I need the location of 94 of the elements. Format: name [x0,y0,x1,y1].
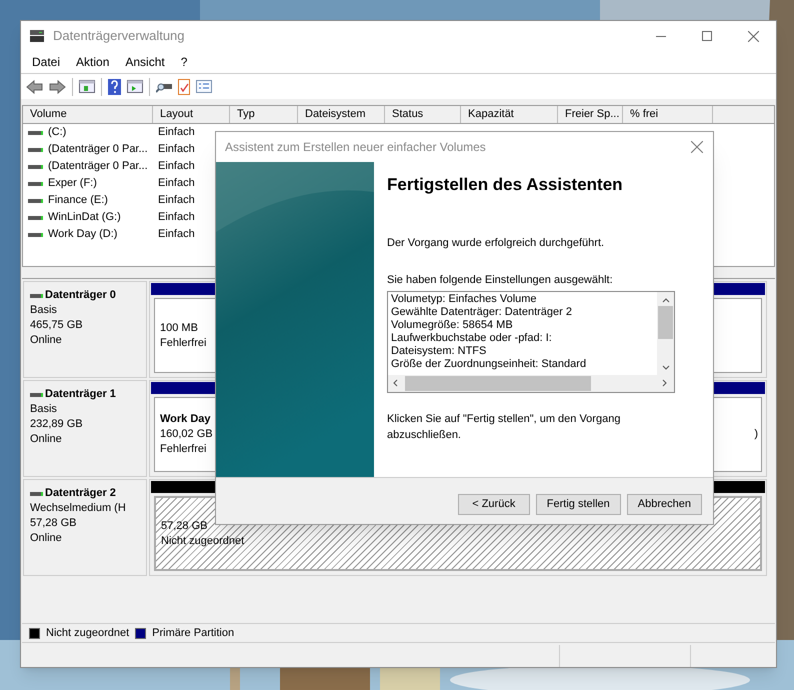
partition-detail: 57,28 GB [161,518,208,534]
drive-icon [28,164,43,168]
table-cell-text: (Datenträger 0 Par... [48,159,148,174]
table-cell-text: Einfach [158,227,195,242]
drive-icon [28,198,43,202]
table-cell-text: Einfach [158,210,195,226]
up-caret-icon[interactable] [662,298,670,302]
disk-detail: Online [30,531,63,546]
close-icon [748,30,758,42]
menu-item[interactable]: Aktion [68,53,118,71]
setting-line: Laufwerkbuchstabe oder -pfad: I: [391,332,553,344]
disk-detail: Online [30,432,63,447]
column-header[interactable]: Dateisystem [298,106,385,123]
partition-detail: Nicht zugeordnet [161,534,244,548]
settings-label: Sie haben folgende Einstellungen ausgewählt: [387,273,614,288]
close-icon [691,141,703,153]
setting-line: Volumetyp: Einfaches Volume [391,292,538,306]
disk-detail: Wechselmedium (H [30,501,127,516]
disk-detail: 232,89 GB [30,417,84,432]
column-header[interactable]: Status [385,106,461,123]
help-icon[interactable] [108,78,121,94]
close-button[interactable] [689,139,705,155]
setting-line: Volumegröße: 58654 MB [391,318,514,332]
window-title: Datenträgerverwaltung [53,27,185,46]
partition-detail: 100 MB [160,320,198,336]
instruction-text: Klicken Sie auf "Fertig stellen", um den Vorgang abzuschließen. [387,412,622,443]
checklist-icon[interactable] [196,80,212,93]
scroll-thumb[interactable] [405,376,591,390]
drive-icon [28,148,43,152]
disk-detail: 465,75 GB [30,318,84,333]
scroll-thumb[interactable] [658,306,673,338]
table-cell-text: Einfach [158,142,195,158]
table-cell-text: Finance (E:) [48,193,108,208]
magnifier-icon[interactable] [156,80,172,92]
column-header[interactable]: Layout [153,106,230,123]
drive-icon [28,182,43,186]
wizard-heading: Fertigstellen des Assistenten [387,174,624,196]
disk-detail: Basis [30,303,58,318]
table-cell-text: Einfach [158,159,195,174]
dialog-title: Assistent zum Erstellen neuer einfacher Volumes [225,139,486,156]
partition-detail: 160,02 GB [160,427,213,442]
table-cell-text: (C:) [48,125,66,140]
column-header[interactable]: Volume [23,106,153,123]
checked-document-icon[interactable] [178,78,190,94]
column-header[interactable]: Typ [230,106,298,123]
down-caret-icon[interactable] [662,364,670,370]
disk-management-icon [29,29,45,43]
dialog-button[interactable]: Abbrechen [626,494,702,514]
partition-detail: ) [754,427,758,442]
disk-detail: Basis [30,402,58,417]
legend-label: Nicht zugeordnet [46,626,130,641]
menu-item[interactable]: ? [172,53,196,71]
drive-icon [30,392,43,396]
dialog-button[interactable]: Fertig stellen [536,494,621,514]
horizontal-scrollbar[interactable] [388,374,674,392]
table-cell-text: WinLinDat (G:) [48,210,121,226]
back-arrow-icon[interactable] [26,80,43,94]
disk-name: Datenträger 0 [45,288,116,303]
forward-arrow-icon[interactable] [49,80,66,94]
menu-item[interactable]: Ansicht [117,53,173,71]
partition-detail: Fehlerfrei [160,442,206,457]
panel-icon[interactable] [127,80,143,93]
disk-name: Datenträger 1 [45,387,116,402]
drive-icon [30,492,43,496]
vertical-scrollbar[interactable] [657,292,674,376]
menu-item[interactable]: Datei [24,53,68,71]
column-header[interactable]: % frei [623,106,713,123]
drive-icon [28,232,43,236]
legend-label: Primäre Partition [152,626,234,641]
drive-icon [28,216,43,220]
maximize-icon [702,31,712,41]
table-cell-text: Einfach [158,125,195,140]
column-header[interactable]: Freier Sp... [558,106,623,123]
table-cell-text: Work Day (D:) [48,227,118,242]
column-header[interactable]: Kapazität [461,106,558,123]
table-cell-text: Einfach [158,176,195,192]
right-caret-icon[interactable] [662,379,667,387]
setting-line: Gewählte Datenträger: Datenträger 2 [391,306,573,318]
console-panel-icon[interactable] [79,80,95,93]
drive-icon [28,130,43,134]
dialog-button[interactable]: < Zurück [458,494,530,514]
result-message: Der Vorgang wurde erfolgreich durchgeführt. [387,236,606,250]
left-caret-icon[interactable] [393,379,398,387]
setting-line: Größe der Zuordnungseinheit: Standard [391,358,588,370]
drive-icon [30,294,43,298]
disk-detail: Online [30,333,63,348]
disk-name: Datenträger 2 [45,486,116,501]
table-cell-text: Exper (F:) [48,176,97,192]
disk-detail: 57,28 GB [30,516,78,531]
table-cell-text: (Datenträger 0 Par... [48,142,148,158]
table-cell-text: Einfach [158,193,195,208]
partition-detail: Fehlerfrei [160,336,206,350]
partition-label: Work Day [160,412,211,427]
setting-line: Dateisystem: NTFS [391,344,488,358]
